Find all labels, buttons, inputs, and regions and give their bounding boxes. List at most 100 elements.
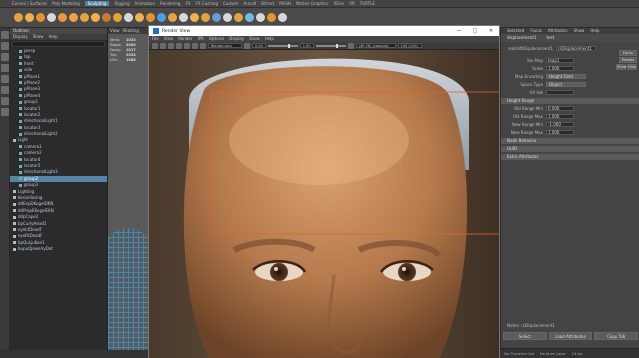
shelf-tool-icon[interactable] [80, 13, 89, 22]
node-name-field[interactable]: rsDisplacement1 [556, 46, 596, 51]
attribute-editor-menu-item[interactable]: Show [574, 28, 585, 34]
minimize-icon[interactable]: — [451, 28, 467, 34]
display-settings-icon[interactable] [347, 42, 354, 49]
render-region-icon[interactable] [160, 42, 166, 49]
shelf-tool-icon[interactable] [245, 13, 254, 22]
shelf-tab[interactable]: Custom [223, 1, 238, 6]
layout-four-icon[interactable] [1, 108, 9, 116]
viewport-panel[interactable]: View Shading Verts: 1024 Edges: 2040 Faces: 10… [108, 28, 150, 358]
shelf-tab[interactable]: Curves / Surfaces [12, 1, 47, 6]
attribute-section[interactable]: UUID [501, 146, 639, 152]
render-view-menu-item[interactable]: View [164, 36, 174, 42]
outliner-menu-item[interactable]: Help [49, 34, 58, 40]
shelf-tool-icon[interactable] [91, 13, 100, 22]
fps-field[interactable]: 24 fps [572, 352, 583, 356]
paint-tool-icon[interactable] [1, 53, 9, 61]
shelf-tab[interactable]: Arnold [243, 1, 256, 6]
render-view-menu-item[interactable]: Help [265, 36, 274, 42]
move-tool-icon[interactable] [1, 64, 9, 72]
keep-image-icon[interactable] [192, 42, 198, 49]
gamma-field[interactable]: 1.00 [299, 43, 314, 48]
side-button-show[interactable]: Show [616, 64, 626, 70]
render-frame-icon[interactable] [152, 42, 158, 49]
outliner-item[interactable]: bupuQjewelryDot [10, 246, 107, 252]
shelf-tool-icon[interactable] [25, 13, 34, 22]
rotate-tool-icon[interactable] [1, 75, 9, 83]
shelf-tool-icon[interactable] [14, 13, 23, 22]
rendered-image[interactable] [149, 50, 499, 358]
shelf-tool-icon[interactable] [212, 13, 221, 22]
node-tab[interactable]: test [547, 35, 555, 40]
shelf-tool-icon[interactable] [36, 13, 45, 22]
shelf-tool-icon[interactable] [69, 13, 78, 22]
shelf-tool-icon[interactable] [168, 13, 177, 22]
shelf-tool-icon[interactable] [157, 13, 166, 22]
shelf-tool-icon[interactable] [124, 13, 133, 22]
snapshot-icon[interactable] [168, 42, 174, 49]
attribute-field[interactable]: 1.000 [546, 66, 574, 71]
attribute-field[interactable]: map1 [546, 58, 574, 63]
remap-field[interactable]: 0.000 [546, 106, 574, 111]
close-icon[interactable]: ✕ [483, 28, 499, 34]
anim-layer-field[interactable]: No Anim Layer [540, 352, 566, 356]
side-button-hide[interactable]: Hide [627, 64, 637, 70]
shelf-tab[interactable]: Rigging [114, 1, 129, 6]
maximize-icon[interactable]: □ [467, 28, 483, 34]
gamma-slider[interactable] [315, 43, 346, 48]
shelf-tab[interactable]: VR [349, 1, 355, 6]
ipr-icon[interactable] [176, 42, 182, 49]
attribute-dropdown[interactable]: Height Field [546, 74, 586, 79]
shelf-tool-icon[interactable] [146, 13, 155, 22]
node-tab[interactable]: displacement1 [507, 35, 537, 40]
section-height-range[interactable]: Height Range [501, 98, 639, 104]
render-view-menu-item[interactable]: Render [178, 36, 192, 42]
render-view-menu-item[interactable]: Options [209, 36, 224, 42]
lasso-tool-icon[interactable] [1, 42, 9, 50]
render-view-menu-item[interactable]: Show [249, 36, 260, 42]
render-view-menu-item[interactable]: File [152, 36, 159, 42]
shelf-tab[interactable]: XGen [333, 1, 344, 6]
viewport-menu-item[interactable]: View [110, 28, 120, 34]
outliner-search-input[interactable] [12, 41, 105, 47]
rgb-channel-icon[interactable] [244, 42, 250, 49]
outliner-menu-item[interactable]: Display [13, 34, 28, 40]
select-tool-icon[interactable] [1, 31, 9, 39]
attribute-dropdown[interactable]: Object [546, 82, 586, 87]
attribute-editor-bottom-button[interactable]: Load Attributes [548, 332, 593, 340]
shelf-tool-icon[interactable] [256, 13, 265, 22]
shelf-tool-icon[interactable] [102, 13, 111, 22]
remove-image-icon[interactable] [200, 42, 206, 49]
remap-field[interactable]: 1.000 [546, 114, 574, 119]
shelf-tab[interactable]: TURTLE [360, 1, 375, 6]
character-set-field[interactable]: No Character Set [504, 352, 534, 356]
exposure-slider[interactable] [267, 43, 298, 48]
refresh-icon[interactable] [184, 42, 190, 49]
outliner-menu-item[interactable]: Show [33, 34, 44, 40]
render-view-menu-item[interactable]: IPR [197, 36, 203, 42]
shelf-tool-icon[interactable] [135, 13, 144, 22]
shelf-tab[interactable]: FX Caching [196, 1, 218, 6]
shelf-tool-icon[interactable] [190, 13, 199, 22]
shelf-tool-icon[interactable] [201, 13, 210, 22]
render-view-menu-item[interactable]: Display [229, 36, 244, 42]
attribute-editor-bottom-button[interactable]: Copy Tab [594, 332, 639, 340]
shelf-tool-icon[interactable] [47, 13, 56, 22]
attribute-section[interactable]: Extra Attributes [501, 154, 639, 160]
remap-field[interactable]: 1.000 [546, 130, 574, 135]
shelf-tab[interactable]: Bifrost [261, 1, 274, 6]
shelf-tool-icon[interactable] [223, 13, 232, 22]
exposure-field[interactable]: 0.00 [252, 43, 266, 48]
scale-tool-icon[interactable] [1, 86, 9, 94]
shelf-tool-icon[interactable] [267, 13, 276, 22]
side-button-focus[interactable]: Focus [619, 50, 637, 56]
shelf-tab[interactable]: MASH [279, 1, 291, 6]
camera-select[interactable]: Render.cam [208, 43, 242, 48]
shelf-tool-icon[interactable] [179, 13, 188, 22]
attribute-editor-menu-item[interactable]: Help [590, 28, 599, 34]
layout-single-icon[interactable] [1, 97, 9, 105]
attribute-editor-bottom-button[interactable]: Select [503, 332, 547, 340]
timeline[interactable] [0, 350, 148, 358]
remap-field[interactable]: -1.000 [546, 122, 574, 127]
viewport-menu-item[interactable]: Shading [123, 28, 139, 34]
attribute-section[interactable]: Node Behavior [501, 138, 639, 144]
